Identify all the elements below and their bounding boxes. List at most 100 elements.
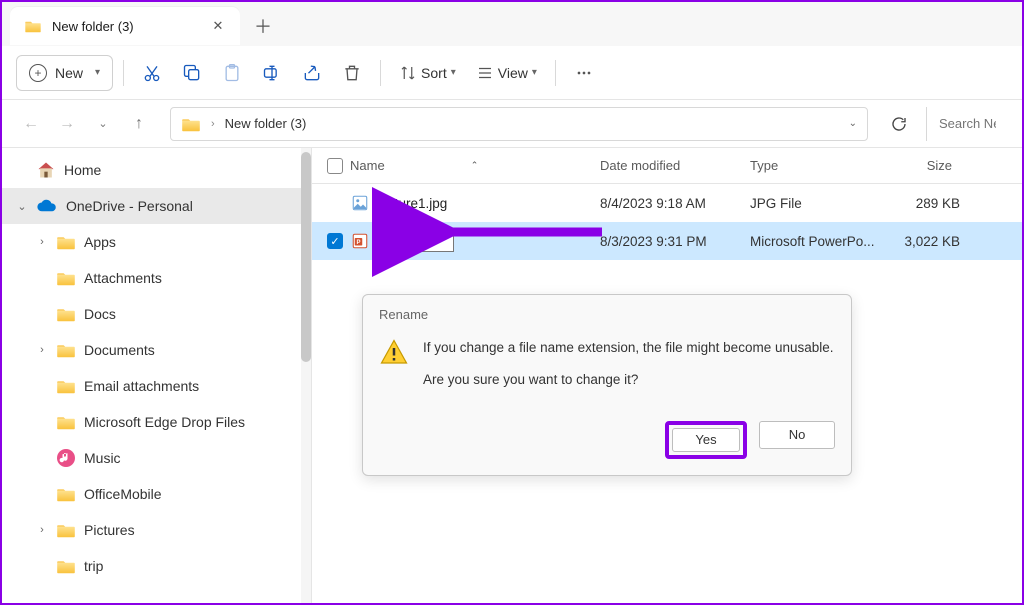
folder-icon <box>24 19 42 33</box>
chevron-right-icon[interactable]: › <box>36 344 48 356</box>
share-button[interactable] <box>294 55 330 91</box>
dialog-title: Rename <box>363 295 851 330</box>
folder-icon <box>56 522 76 538</box>
delete-button[interactable] <box>334 55 370 91</box>
column-headers: Name⌃ Date modified Type Size <box>312 148 1022 184</box>
row-checkbox[interactable]: ✓ <box>327 233 343 249</box>
recent-locations-button[interactable]: ⌄ <box>88 109 118 139</box>
close-tab-button[interactable]: ✕ <box>210 18 226 34</box>
sidebar-onedrive[interactable]: ⌄ OneDrive - Personal <box>2 188 302 224</box>
no-button[interactable]: No <box>759 421 835 449</box>
file-size: 289 KB <box>890 196 960 211</box>
tab-title: New folder (3) <box>52 19 200 34</box>
sidebar-item-attachments[interactable]: Attachments <box>2 260 302 296</box>
sidebar-item-label: OneDrive - Personal <box>66 198 193 214</box>
address-bar[interactable]: › New folder (3) ⌄ <box>170 107 868 141</box>
sidebar-item-officemobile[interactable]: OfficeMobile <box>2 476 302 512</box>
sidebar-item-edge-drop[interactable]: Microsoft Edge Drop Files <box>2 404 302 440</box>
file-type: Microsoft PowerPo... <box>750 234 890 249</box>
svg-text:P: P <box>356 240 360 246</box>
file-date: 8/4/2023 9:18 AM <box>600 196 750 211</box>
folder-icon <box>56 558 76 574</box>
sort-button[interactable]: Sort ▾ <box>391 55 464 91</box>
new-button[interactable]: + New ▾ <box>16 55 113 91</box>
music-icon <box>56 448 76 468</box>
sidebar-item-documents[interactable]: › Documents <box>2 332 302 368</box>
column-header-date[interactable]: Date modified <box>600 158 750 173</box>
dialog-text: If you change a file name extension, the… <box>423 338 834 403</box>
home-icon <box>36 160 56 180</box>
sidebar-item-music[interactable]: Music <box>2 440 302 476</box>
sidebar-item-apps[interactable]: › Apps <box>2 224 302 260</box>
column-header-type[interactable]: Type <box>750 158 890 173</box>
column-header-name[interactable]: Name⌃ <box>350 158 600 173</box>
sidebar-item-label: OfficeMobile <box>84 486 162 502</box>
search-box[interactable] <box>926 107 1008 141</box>
sort-indicator-icon: ⌃ <box>471 160 479 171</box>
sort-label: Sort <box>421 65 447 81</box>
sidebar-item-docs[interactable]: Docs <box>2 296 302 332</box>
chevron-right-icon[interactable]: › <box>36 236 48 248</box>
refresh-button[interactable] <box>884 109 914 139</box>
breadcrumb-item[interactable]: New folder (3) <box>225 116 307 131</box>
sidebar-item-label: Home <box>64 162 101 178</box>
paste-button[interactable] <box>214 55 250 91</box>
dialog-line1: If you change a file name extension, the… <box>423 338 834 358</box>
sidebar-item-pictures[interactable]: › Pictures <box>2 512 302 548</box>
back-button[interactable]: ← <box>16 109 46 139</box>
column-header-size[interactable]: Size <box>890 158 960 173</box>
sidebar-scrollbar[interactable] <box>301 148 311 603</box>
warning-icon <box>379 338 409 368</box>
scrollbar-thumb[interactable] <box>301 152 311 362</box>
nav-row: ← → ⌄ ↑ › New folder (3) ⌄ <box>2 100 1022 148</box>
folder-icon <box>56 234 76 250</box>
tabs-bar: New folder (3) ✕ ＋ <box>2 2 1022 46</box>
file-date: 8/3/2023 9:31 PM <box>600 234 750 249</box>
folder-icon <box>56 486 76 502</box>
divider <box>380 60 381 86</box>
chevron-down-icon[interactable]: ⌄ <box>16 200 28 213</box>
yes-button[interactable]: Yes <box>672 428 740 452</box>
sidebar-item-label: Documents <box>84 342 155 358</box>
search-input[interactable] <box>937 115 998 132</box>
folder-icon <box>56 306 76 322</box>
file-row[interactable]: ✓ P 8/3/2023 9:31 PM Microsoft PowerPo..… <box>312 222 1022 260</box>
chevron-down-icon[interactable]: ⌄ <box>849 118 857 129</box>
sidebar-item-label: Pictures <box>84 522 135 538</box>
rename-input[interactable] <box>376 231 454 252</box>
file-size: 3,022 KB <box>890 234 960 249</box>
powerpoint-file-icon: P <box>350 232 370 250</box>
tab-current[interactable]: New folder (3) ✕ <box>10 7 240 45</box>
view-button[interactable]: View ▾ <box>468 55 545 91</box>
dialog-line2: Are you sure you want to change it? <box>423 370 834 390</box>
sidebar-item-label: Email attachments <box>84 378 199 394</box>
up-button[interactable]: ↑ <box>124 109 154 139</box>
rename-button[interactable] <box>254 55 290 91</box>
cloud-icon <box>36 199 58 213</box>
folder-icon <box>181 116 201 132</box>
cut-button[interactable] <box>134 55 170 91</box>
sidebar-item-trip[interactable]: trip <box>2 548 302 584</box>
new-label: New <box>55 65 83 81</box>
forward-button[interactable]: → <box>52 109 82 139</box>
image-file-icon <box>350 194 370 212</box>
sidebar-item-label: trip <box>84 558 103 574</box>
chevron-right-icon[interactable]: › <box>36 524 48 536</box>
file-row[interactable]: Picture1.jpg 8/4/2023 9:18 AM JPG File 2… <box>312 184 1022 222</box>
file-name-editing <box>370 231 600 252</box>
folder-icon <box>56 342 76 358</box>
sidebar-item-label: Microsoft Edge Drop Files <box>84 414 245 430</box>
file-list-area: Name⌃ Date modified Type Size Picture1.j… <box>312 148 1022 603</box>
sidebar-item-label: Apps <box>84 234 116 250</box>
copy-button[interactable] <box>174 55 210 91</box>
sidebar-item-email-attachments[interactable]: Email attachments <box>2 368 302 404</box>
toolbar: + New ▾ Sort ▾ View ▾ <box>2 46 1022 100</box>
file-name: Picture1.jpg <box>370 196 600 211</box>
more-button[interactable] <box>566 55 602 91</box>
divider <box>555 60 556 86</box>
sidebar: Home ⌄ OneDrive - Personal › Apps Attachm… <box>2 148 312 603</box>
main-area: Home ⌄ OneDrive - Personal › Apps Attachm… <box>2 148 1022 603</box>
new-tab-button[interactable]: ＋ <box>246 9 280 43</box>
select-all-checkbox[interactable] <box>327 158 343 174</box>
sidebar-home[interactable]: Home <box>2 152 302 188</box>
